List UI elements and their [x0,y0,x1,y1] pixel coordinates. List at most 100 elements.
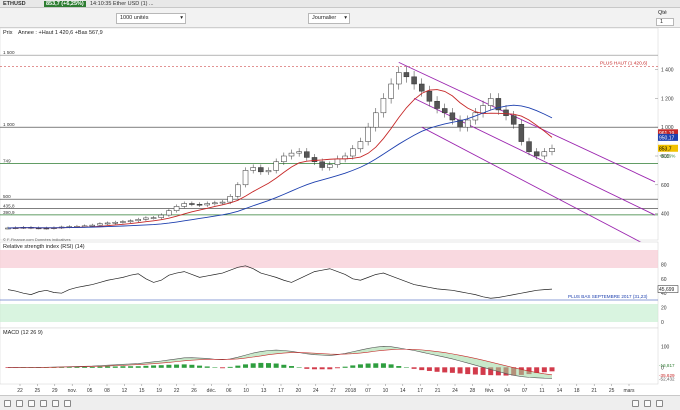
candle-body [219,201,226,204]
candle-body [396,72,402,85]
rsi-overbought-zone [0,250,658,268]
x-tick-label: 08 [104,388,110,394]
x-tick-label: 15 [139,388,145,394]
x-tick-label: 22 [17,388,23,394]
rsi-tick-label: 0 [661,320,664,326]
candle-body [327,164,333,168]
candle-body [434,101,440,109]
hline-label: 500 [3,194,11,199]
candle-body [350,148,356,157]
x-tick-label: 22 [174,388,180,394]
candle-body [158,214,164,218]
macd-hist-bar [128,366,134,368]
title-bar: ETHUSD 853,7 (+6,25%) 14:10:35 Ether USD… [0,0,680,8]
macd-hist-bar [365,363,371,368]
x-tick-label: févr. [485,388,494,394]
x-tick-label: 07 [365,388,371,394]
settings-icon[interactable] [656,400,663,407]
zoom-out-icon[interactable] [644,400,651,407]
quantity-select[interactable]: 1000 unités ▾ [116,13,186,24]
candle-body [426,90,433,102]
rsi-tick-label: 60 [661,277,667,283]
candle-body [480,105,486,114]
x-tick-label: 17 [417,388,423,394]
candle-body [533,151,540,157]
macd-hist-bar [541,367,547,373]
macd-hist-bar [174,364,180,368]
fibo-tool-icon[interactable] [64,400,71,407]
rsi-panel: Relative strength index (RSI) (14) PLUS … [0,241,679,329]
macd-hist-bar [457,367,463,374]
macd-hist-bar [235,365,241,368]
macd-hist-bar [327,367,333,370]
rsi-badge: 45,699 [657,285,679,293]
chevron-down-icon: ▾ [344,15,347,21]
candle-body [549,148,555,152]
x-tick-label: 13 [261,388,267,394]
macd-hist-bar [151,365,157,368]
x-tick-label: 25 [609,388,615,394]
macd-hist-bar [396,366,402,368]
macd-hist-bar [105,366,111,368]
rsi-y-ticks: 806040200 [661,262,667,326]
drawing-toolbar [0,395,680,410]
price-tick-label: 400 [661,212,670,218]
x-tick-label: nov. [68,388,77,394]
zoom-in-icon[interactable] [632,400,639,407]
candle-body [235,184,241,197]
text-tool-icon[interactable] [40,400,47,407]
quantity-value: 1 [660,19,664,25]
cursor-tool-icon[interactable] [4,400,11,407]
macd-hist-bar [158,365,164,368]
macd-badges: -35,629-52,432-16,817 [659,363,675,381]
macd-hist-bar [350,365,356,368]
macd-hist-bar [204,366,210,368]
price-change-badge: 853,7 (+6,25%) [44,1,86,7]
toolbar: 1000 unités ▾ Journalier ▾ Qté 1 [0,8,680,28]
x-tick-label: 19 [156,388,162,394]
macd-hist-bar [442,367,448,373]
macd-hist-bar [319,367,325,370]
macd-hist-bar [212,367,218,368]
macd-hist-bar [120,366,126,368]
quantity-stepper[interactable]: 1 [656,18,674,26]
candle-body [250,167,256,171]
candle-body [258,167,264,173]
macd-hist-bar [403,367,409,368]
quantity-select-value: 1000 unités [120,15,149,21]
macd-hist-bar [281,364,287,368]
macd-hist-bar [449,367,455,373]
hline-label: 435,8 [3,203,15,208]
candle-body [120,221,126,223]
macd-hist-bar [480,367,486,375]
quantity-label: Qté [658,10,667,16]
candle-body [464,119,471,128]
x-tick-label: 18 [574,388,580,394]
rect-tool-icon[interactable] [52,400,59,407]
macd-hist-bar [334,367,340,369]
candle-body [173,206,180,211]
candle-body [288,152,295,157]
candle-body [204,203,210,206]
macd-hist-bar [434,367,440,372]
macd-badge-text: -52,432 [659,376,675,381]
chart-area[interactable]: Prix Annee : +Haut 1 420,6 +Bas 567,9 © … [0,28,680,395]
macd-hist-bar [388,364,394,368]
x-tick-label: 06 [226,388,232,394]
candle-body [112,221,119,224]
macd-hist-bar [296,367,302,368]
period-select[interactable]: Journalier ▾ [308,13,350,24]
macd-hist-bar [373,363,379,368]
price-tick-label: 600 [661,183,670,189]
candle-body [89,224,96,227]
line-tool-icon[interactable] [16,400,23,407]
period-select-value: Journalier [312,15,337,21]
candle-body [503,109,509,116]
macd-hist-bar [549,367,555,372]
macd-tick-label: 100 [661,344,670,350]
rsi-oversold-zone [0,304,658,322]
candle-body [181,203,187,207]
macd-hist-bar [166,364,172,368]
trend-tool-icon[interactable] [28,400,35,407]
macd-hist-bar [288,366,294,368]
